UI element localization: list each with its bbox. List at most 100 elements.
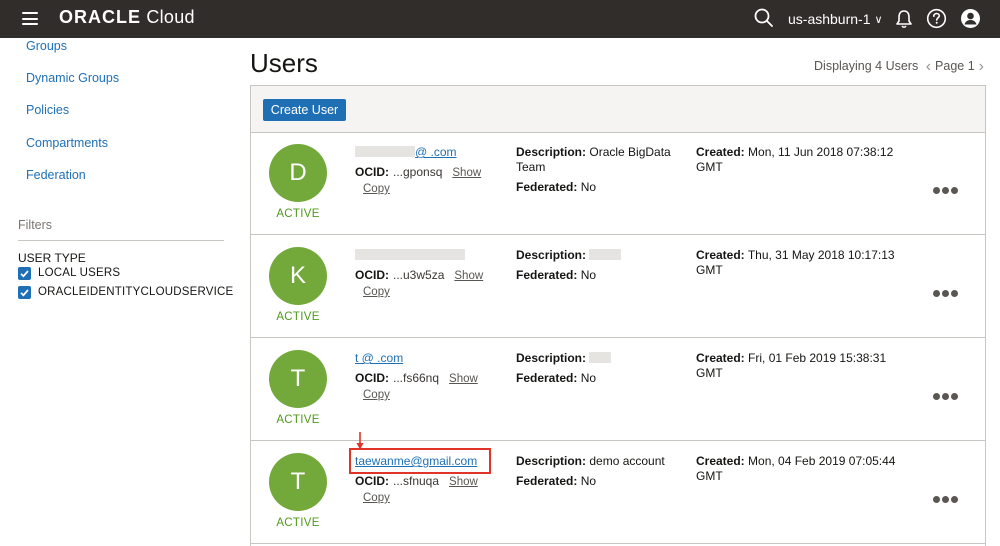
ocid-value: ...fs66nq [393,371,440,385]
checkbox-oracle-idcs[interactable] [18,286,31,299]
panel-toolbar: Create User [251,86,985,133]
sidebar-item-federation[interactable]: Federation [26,168,86,182]
sidebar-item-policies[interactable]: Policies [26,103,69,117]
description-label: Description: [516,145,587,159]
ocid-line: OCID: ...u3w5za Show [355,268,483,282]
created-label: Created: [696,454,745,468]
create-user-button[interactable]: Create User [263,99,346,121]
avatar: D [269,144,327,202]
redacted-text [589,249,622,260]
ocid-line: OCID: ...fs66nq Show [355,371,478,385]
created-label: Created: [696,145,745,159]
ocid-label: OCID: [355,474,389,488]
more-actions-icon[interactable] [933,387,961,400]
avatar: T [269,350,327,408]
chevron-left-icon[interactable]: ‹ [926,58,931,76]
more-actions-icon[interactable] [933,490,961,503]
show-ocid-link[interactable]: Show [452,167,481,179]
more-actions-icon[interactable] [933,181,961,194]
avatar: T [269,453,327,511]
checkmark-icon [20,289,29,297]
chevron-down-icon: ∨ [874,14,883,26]
description-label: Description: [516,351,587,365]
users-panel: Create User D ACTIVE @ .com OCID: ...gpon… [250,85,986,546]
show-ocid-link[interactable]: Show [449,373,478,385]
federated: Federated: No [516,474,596,488]
help-icon[interactable] [926,8,947,29]
description: Description: [516,248,686,263]
sidebar-item-groups[interactable]: Groups [26,39,67,53]
chevron-right-icon[interactable]: › [979,58,984,76]
page-title: Users [250,48,318,78]
user-email-text: t @ .com [355,351,404,365]
checkbox-local-users[interactable] [18,267,31,280]
federated-value: No [580,474,597,488]
created-label: Created: [696,351,745,365]
created: Created: Mon, 04 Feb 2019 07:05:44 GMT [696,454,906,484]
redacted-text [355,146,415,157]
search-icon[interactable] [753,7,775,29]
description: Description: Oracle BigData Team [516,145,686,175]
copy-ocid-link[interactable]: Copy [363,286,390,298]
created-label: Created: [696,248,745,262]
redacted-text [355,249,465,260]
created: Created: Thu, 31 May 2018 10:17:13 GMT [696,248,906,278]
ocid-value: ...sfnuqa [393,474,440,488]
show-ocid-link[interactable]: Show [449,476,478,488]
filters-divider [18,240,224,241]
description-label: Description: [516,454,587,468]
redacted-text [589,352,612,363]
created: Created: Mon, 11 Jun 2018 07:38:12 GMT [696,145,906,175]
ocid-label: OCID: [355,165,389,179]
brand-cloud: Cloud [146,7,195,27]
federated-value: No [580,268,597,282]
copy-ocid-link[interactable]: Copy [363,492,390,504]
page-label: Page 1 [935,59,975,73]
menu-icon[interactable] [22,12,38,25]
ocid-line: OCID: ...gponsq Show [355,165,481,179]
federated: Federated: No [516,180,596,194]
status-badge: ACTIVE [276,517,320,529]
sidebar-item-compartments[interactable]: Compartments [26,136,108,150]
sidebar: Groups Dynamic Groups Policies Compartme… [0,38,240,546]
federated-label: Federated: [516,371,578,385]
federated-label: Federated: [516,268,578,282]
ocid-label: OCID: [355,268,389,282]
top-bar: ORACLE Cloud us-ashburn-1 ∨ [0,0,1000,38]
table-row: D ACTIVE @ .com OCID: ...gponsq Show Copy … [251,133,985,235]
profile-icon[interactable] [960,8,981,29]
avatar: K [269,247,327,305]
copy-ocid-link[interactable]: Copy [363,183,390,195]
federated-label: Federated: [516,474,578,488]
status-badge: ACTIVE [276,414,320,426]
copy-ocid-link[interactable]: Copy [363,389,390,401]
show-ocid-link[interactable]: Show [454,270,483,282]
sidebar-item-dynamic-groups[interactable]: Dynamic Groups [26,71,119,85]
display-count: Displaying 4 Users [814,59,919,73]
user-email-link[interactable] [355,248,465,262]
region-selector[interactable]: us-ashburn-1 ∨ [788,11,883,27]
user-email-link[interactable]: t @ .com [355,351,403,365]
federated: Federated: No [516,268,596,282]
checkmark-icon [20,270,29,278]
user-email-link[interactable]: @ .com [355,145,457,159]
description: Description: [516,351,686,366]
federated-value: No [580,371,597,385]
description: Description: demo account [516,454,686,469]
brand-logo[interactable]: ORACLE Cloud [59,7,195,28]
region-label: us-ashburn-1 [788,11,871,27]
status-badge: ACTIVE [276,208,320,220]
description-label: Description: [516,248,587,262]
user-email-text: @ .com [415,145,457,159]
brand-oracle: ORACLE [59,7,141,27]
more-actions-icon[interactable] [933,284,961,297]
user-type-label: USER TYPE [18,251,86,265]
ocid-label: OCID: [355,371,389,385]
pagination: Displaying 4 Users ‹ Page 1 › [814,57,988,75]
checkbox-label: ORACLEIDENTITYCLOUDSERVICE [38,286,234,298]
federated-label: Federated: [516,180,578,194]
bell-icon[interactable] [893,8,915,30]
description-value: demo account [589,454,665,468]
filters-heading: Filters [18,218,53,232]
ocid-line: OCID: ...sfnuqa Show [355,474,478,488]
